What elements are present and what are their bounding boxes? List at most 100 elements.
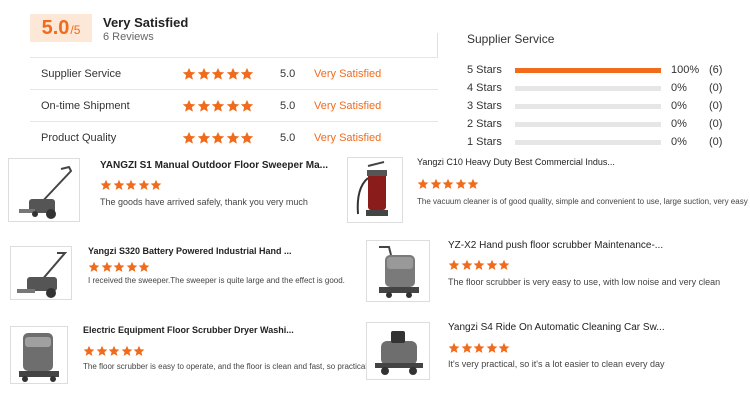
star-icon: [498, 258, 510, 270]
rating-row-product-quality: Product Quality 5.0 Very Satisfied: [30, 121, 438, 153]
star-icon: [150, 178, 162, 190]
manual-sweeper-icon[interactable]: [8, 158, 80, 222]
review-product-title[interactable]: YANGZI S1 Manual Outdoor Floor Sweeper M…: [100, 160, 328, 171]
star-icon: [226, 131, 240, 145]
distribution-percent: 100%: [671, 64, 700, 76]
scrubber-dryer-icon[interactable]: [10, 326, 68, 384]
review-product-title[interactable]: Yangzi S4 Ride On Automatic Cleaning Car…: [448, 322, 665, 333]
review-stars: [100, 178, 163, 190]
distribution-bar: [515, 85, 661, 91]
distribution-row: 4 Stars 0% (0): [467, 79, 727, 97]
battery-sweeper-icon[interactable]: [10, 246, 72, 300]
star-icon: [467, 177, 479, 189]
distribution-percent: 0%: [671, 100, 687, 112]
star-icon: [197, 131, 211, 145]
star-icon: [182, 99, 196, 113]
review-stars: [417, 177, 480, 189]
star-icon: [486, 258, 498, 270]
star-icon: [96, 344, 108, 356]
distribution-label: 3 Stars: [467, 100, 502, 112]
distribution-count: (0): [709, 100, 723, 112]
star-icon: [486, 341, 498, 353]
star-icon: [442, 177, 454, 189]
star-icon: [138, 178, 150, 190]
star-icon: [430, 177, 442, 189]
review-text: It's very practical, so it's a lot easie…: [448, 359, 665, 369]
distribution-bar: [515, 139, 661, 145]
distribution-row: 5 Stars 100% (6): [467, 61, 727, 79]
distribution-label: 4 Stars: [467, 82, 502, 94]
distribution-title: Supplier Service: [467, 32, 555, 46]
rating-stars: [182, 131, 280, 145]
review-text: The vacuum cleaner is of good quality, s…: [417, 197, 750, 206]
star-distribution: 5 Stars 100% (6) 4 Stars 0% (0) 3 Stars …: [467, 61, 727, 151]
rating-text: Very Satisfied: [314, 131, 382, 144]
distribution-bar: [515, 67, 661, 73]
rating-stars: [182, 67, 280, 81]
review-text: The goods have arrived safely, thank you…: [100, 197, 308, 207]
star-icon: [113, 178, 125, 190]
star-icon: [417, 177, 429, 189]
rating-row-on-time-shipment: On-time Shipment 5.0 Very Satisfied: [30, 89, 438, 121]
star-icon: [473, 341, 485, 353]
distribution-count: (0): [709, 82, 723, 94]
star-icon: [126, 260, 138, 272]
vacuum-cleaner-icon[interactable]: [347, 157, 403, 223]
star-icon: [113, 260, 125, 272]
star-icon: [211, 131, 225, 145]
rating-value: 5.0: [280, 99, 296, 112]
star-icon: [461, 341, 473, 353]
review-product-title[interactable]: YZ-X2 Hand push floor scrubber Maintenan…: [448, 240, 663, 251]
overall-score-suffix: /5: [70, 23, 81, 37]
rating-label: On-time Shipment: [41, 99, 130, 112]
review-product-title[interactable]: Electric Equipment Floor Scrubber Dryer …: [83, 325, 294, 335]
review-text: I received the sweeper.The sweeper is qu…: [88, 276, 345, 285]
rating-stars: [182, 99, 280, 113]
distribution-label: 5 Stars: [467, 64, 502, 76]
star-icon: [461, 258, 473, 270]
reviews-count: 6 Reviews: [103, 31, 154, 43]
star-icon: [211, 67, 225, 81]
star-icon: [226, 99, 240, 113]
star-icon: [197, 67, 211, 81]
distribution-percent: 0%: [671, 136, 687, 148]
review-text: The floor scrubber is very easy to use, …: [448, 277, 721, 287]
star-icon: [182, 131, 196, 145]
distribution-bar: [515, 121, 661, 127]
rating-row-supplier-service: Supplier Service 5.0 Very Satisfied: [30, 57, 438, 89]
distribution-bar: [515, 103, 661, 109]
distribution-row: 2 Stars 0% (0): [467, 115, 727, 133]
review-stars: [448, 341, 511, 353]
satisfaction-title: Very Satisfied: [103, 15, 189, 30]
distribution-count: (0): [709, 136, 723, 148]
floor-scrubber-icon[interactable]: [366, 240, 430, 302]
star-icon: [240, 99, 254, 113]
review-product-title[interactable]: Yangzi S320 Battery Powered Industrial H…: [88, 246, 292, 256]
review-stars: [83, 344, 146, 356]
star-icon: [473, 258, 485, 270]
distribution-row: 3 Stars 0% (0): [467, 97, 727, 115]
star-icon: [133, 344, 145, 356]
rating-value: 5.0: [280, 131, 296, 144]
distribution-count: (6): [709, 64, 723, 76]
star-icon: [100, 178, 112, 190]
star-icon: [448, 341, 460, 353]
distribution-label: 2 Stars: [467, 118, 502, 130]
distribution-count: (0): [709, 118, 723, 130]
star-icon: [101, 260, 113, 272]
star-icon: [448, 258, 460, 270]
star-icon: [240, 67, 254, 81]
star-icon: [240, 131, 254, 145]
ratings-table: Supplier Service 5.0 Very Satisfied On-t…: [30, 57, 438, 153]
review-stars: [88, 260, 151, 272]
review-product-title[interactable]: Yangzi C10 Heavy Duty Best Commercial In…: [417, 157, 615, 167]
star-icon: [455, 177, 467, 189]
review-text: The floor scrubber is easy to operate, a…: [83, 362, 370, 371]
overall-score: 5.0: [41, 17, 70, 39]
ride-on-sweeper-icon[interactable]: [366, 322, 430, 380]
divider: [437, 33, 438, 57]
star-icon: [121, 344, 133, 356]
distribution-percent: 0%: [671, 118, 687, 130]
rating-value: 5.0: [280, 67, 296, 80]
rating-text: Very Satisfied: [314, 99, 382, 112]
